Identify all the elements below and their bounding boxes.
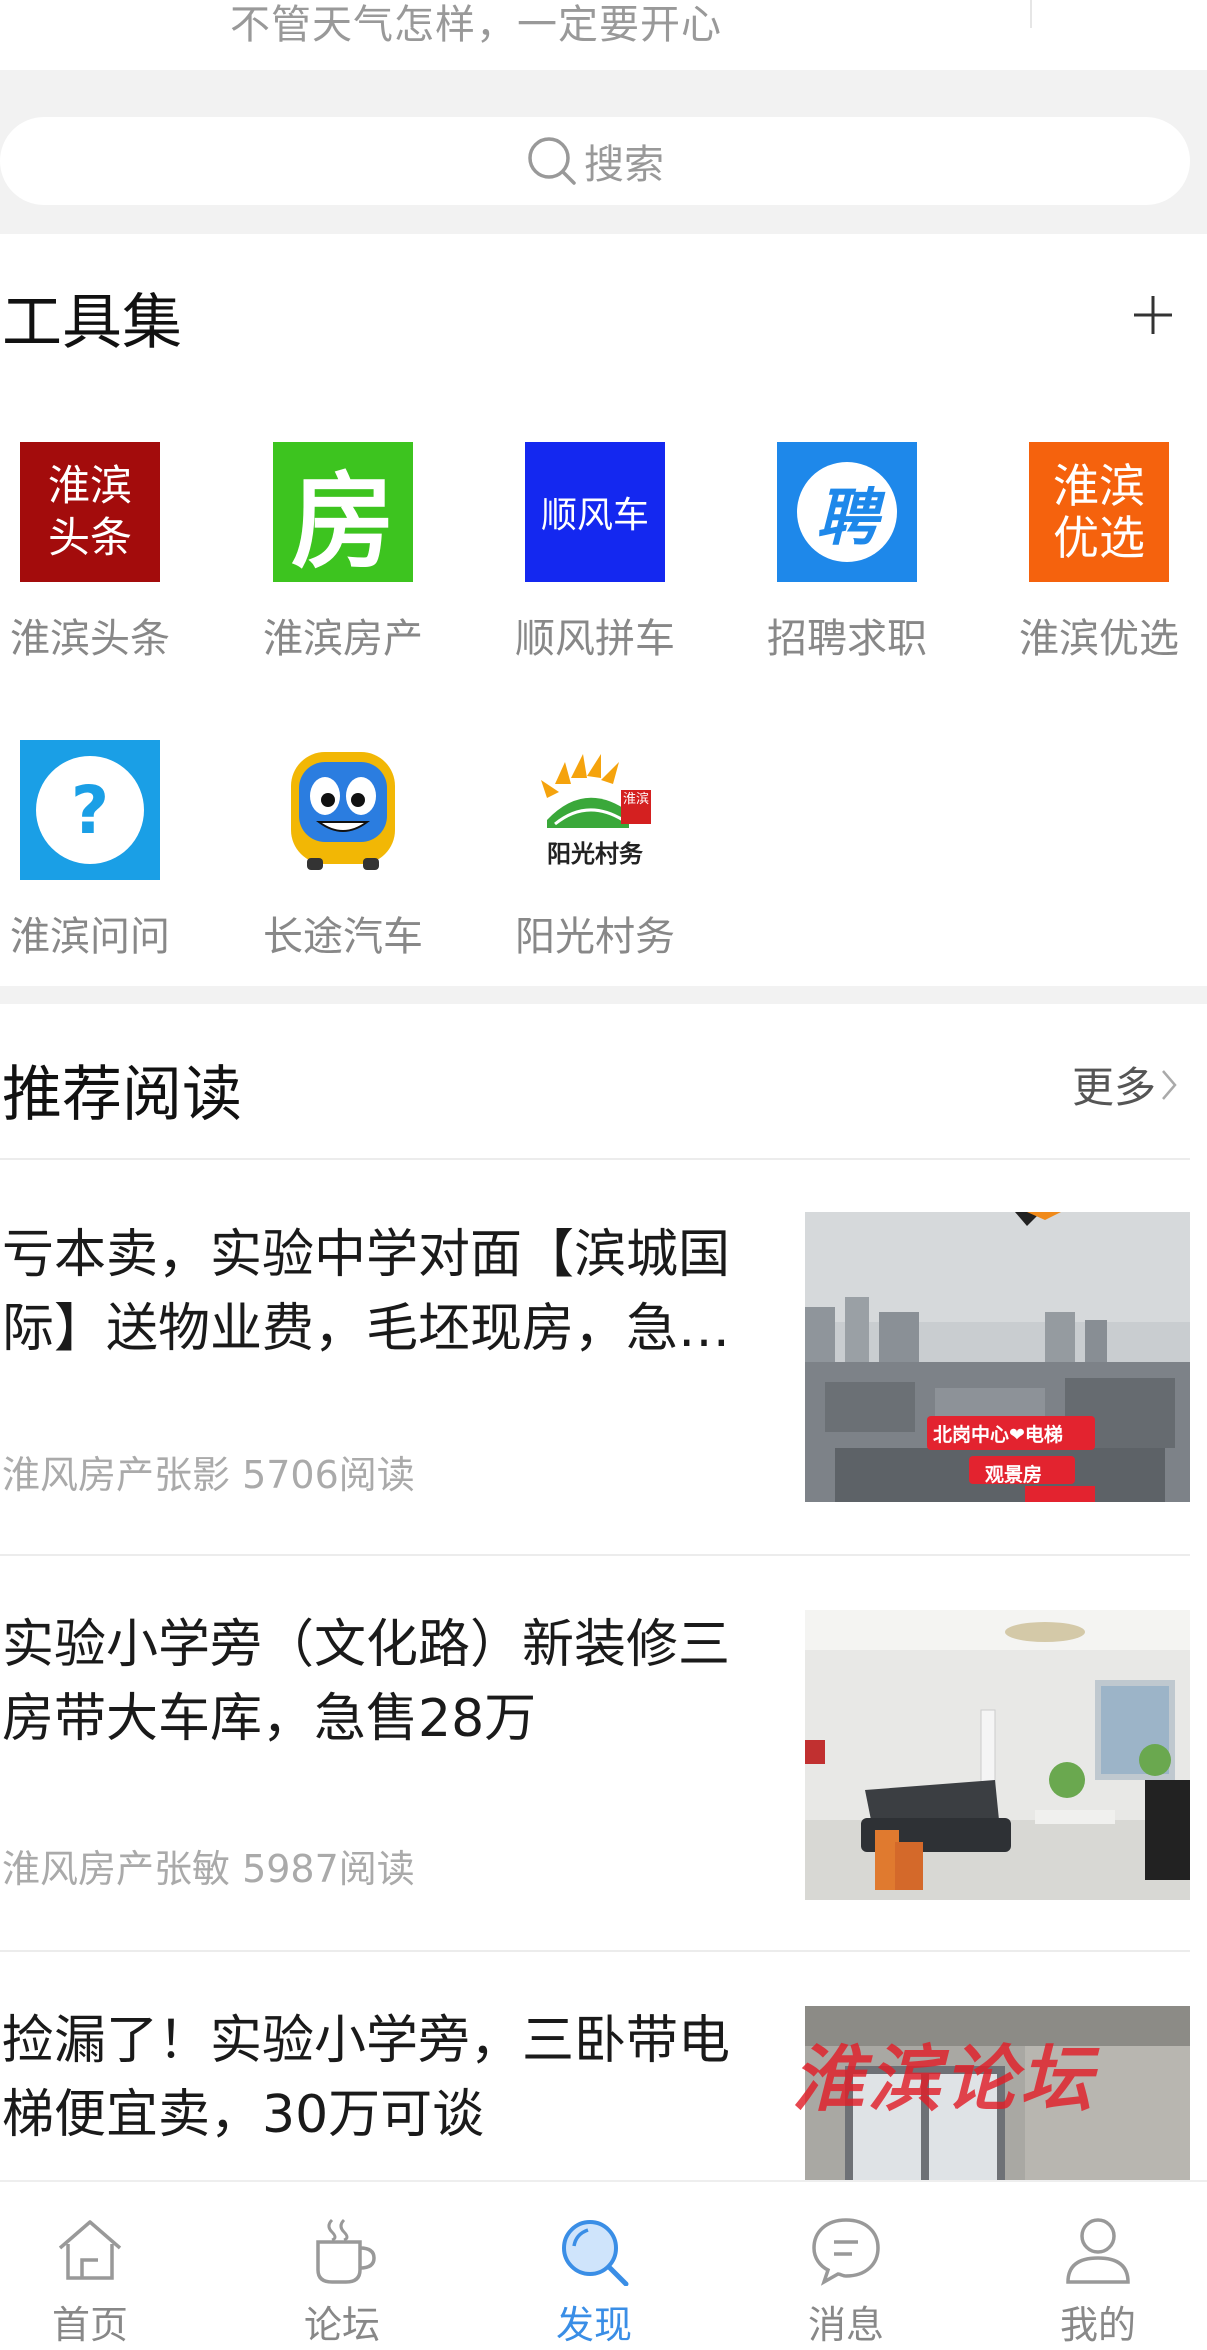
chevron-right-icon bbox=[1162, 1069, 1177, 1100]
bus-icon bbox=[273, 740, 413, 880]
tool-coach-bus[interactable]: 长途汽车 bbox=[233, 740, 453, 962]
motto-text: 不管天气怎样，一定要开心 bbox=[230, 2, 722, 48]
search-area: 搜索 bbox=[0, 70, 1207, 234]
sunshine-village-icon: 淮滨 阳光村务 bbox=[525, 740, 665, 880]
top-strip: 不管天气怎样，一定要开心 bbox=[0, 0, 1207, 70]
divider bbox=[1030, 0, 1032, 28]
tab-forum[interactable]: 论坛 bbox=[242, 2182, 442, 2350]
article-item[interactable]: 捡漏了！实验小学旁，三卧带电梯便宜卖，30万可谈 淮滨论坛 bbox=[0, 1952, 1207, 2180]
house-icon: 房 bbox=[273, 442, 413, 583]
tab-label: 消息 bbox=[807, 2303, 884, 2347]
tab-label: 发现 bbox=[555, 2303, 632, 2347]
tool-label: 顺风拼车 bbox=[515, 616, 675, 662]
select-icon: 淮滨优选 bbox=[1029, 442, 1169, 582]
article-item[interactable]: 实验小学旁（文化路）新装修三房带大车库，急售28万 淮风房产张敏 5987阅读 bbox=[0, 1556, 1207, 1950]
city-view-image bbox=[805, 1212, 1190, 1502]
tool-label: 淮滨房产 bbox=[263, 616, 423, 662]
add-tool-icon[interactable] bbox=[1130, 292, 1176, 338]
article-thumbnail bbox=[805, 1610, 1190, 1900]
tool-sunshine-village[interactable]: 淮滨 阳光村务 阳光村务 bbox=[485, 740, 705, 962]
tool-huaibin-select[interactable]: 淮滨优选 淮滨优选 bbox=[989, 442, 1207, 664]
bottom-tab-bar: 首页 论坛 发现 消息 我的 bbox=[0, 2180, 1207, 2350]
home-icon bbox=[58, 2220, 122, 2280]
tool-recruit[interactable]: 聘 招聘求职 bbox=[737, 442, 957, 664]
forum-watermark: 淮滨论坛 bbox=[792, 2036, 1097, 2121]
search-placeholder: 搜索 bbox=[584, 142, 664, 188]
tile-text: 阳光村务 bbox=[547, 840, 643, 868]
article-title: 捡漏了！实验小学旁，三卧带电梯便宜卖，30万可谈 bbox=[2, 2011, 731, 2145]
search-input[interactable]: 搜索 bbox=[0, 117, 1190, 205]
tab-profile[interactable]: 我的 bbox=[998, 2182, 1198, 2350]
tool-label: 淮滨头条 bbox=[10, 616, 170, 662]
tool-huaibin-ask[interactable]: ? 淮滨问问 bbox=[0, 740, 200, 962]
more-link[interactable]: 更多 bbox=[1072, 1054, 1178, 1115]
tool-label: 招聘求职 bbox=[767, 616, 927, 662]
tool-huaibin-house[interactable]: 房 淮滨房产 bbox=[233, 442, 453, 664]
question-icon: ? bbox=[20, 740, 160, 880]
profile-icon bbox=[1066, 2218, 1130, 2284]
living-room-image bbox=[805, 1610, 1190, 1900]
tile-text: 淮滨头条 bbox=[47, 461, 132, 562]
village-badge: 淮滨 bbox=[622, 792, 649, 807]
image-overlay-text: 北岗中心❤电梯 bbox=[933, 1424, 1063, 1446]
article-item[interactable]: 亏本卖，实验中学对面【滨城国际】送物业费，毛坯现房，急… 淮风房产张影 5706… bbox=[0, 1160, 1207, 1554]
tab-discover[interactable]: 发现 bbox=[494, 2182, 694, 2350]
message-icon bbox=[812, 2218, 880, 2286]
search-icon bbox=[528, 137, 576, 185]
tile-text: ? bbox=[70, 771, 110, 849]
tool-huaibin-news[interactable]: 淮滨头条 淮滨头条 bbox=[0, 442, 200, 664]
article-meta: 淮风房产张敏 5987阅读 bbox=[2, 1847, 415, 1891]
huaibin-news-icon: 淮滨头条 bbox=[20, 442, 160, 582]
coffee-cup-icon bbox=[316, 2218, 376, 2284]
recruit-icon: 聘 bbox=[777, 442, 917, 582]
tool-carpool[interactable]: 顺风车 顺风拼车 bbox=[485, 442, 705, 664]
tab-label: 论坛 bbox=[303, 2303, 380, 2347]
image-overlay-text: 观景房 bbox=[985, 1464, 1043, 1486]
tile-text: 顺风车 bbox=[540, 495, 649, 536]
discover-icon bbox=[562, 2220, 629, 2286]
tools-section: 工具集 淮滨头条 淮滨头条 房 淮滨房产 顺风车 顺风拼车 聘 招聘求职 淮滨优… bbox=[0, 234, 1207, 986]
more-label: 更多 bbox=[1072, 1063, 1157, 1112]
tab-messages[interactable]: 消息 bbox=[746, 2182, 946, 2350]
tab-home[interactable]: 首页 bbox=[0, 2182, 190, 2350]
tool-label: 阳光村务 bbox=[515, 914, 675, 960]
recommended-reading-section: 推荐阅读 更多 亏本卖，实验中学对面【滨城国际】送物业费，毛坯现房，急… 淮风房… bbox=[0, 1004, 1207, 2180]
article-thumbnail: 北岗中心❤电梯 观景房 bbox=[805, 1212, 1190, 1502]
article-title: 亏本卖，实验中学对面【滨城国际】送物业费，毛坯现房，急… bbox=[2, 1225, 731, 1359]
tool-label: 长途汽车 bbox=[263, 914, 423, 960]
carpool-icon: 顺风车 bbox=[525, 442, 665, 582]
article-title: 实验小学旁（文化路）新装修三房带大车库，急售28万 bbox=[2, 1615, 731, 1749]
article-meta: 淮风房产张影 5706阅读 bbox=[2, 1453, 415, 1497]
tile-text: 房 bbox=[290, 460, 395, 583]
tool-label: 淮滨问问 bbox=[10, 914, 170, 960]
tile-text: 聘 bbox=[815, 481, 878, 554]
tools-title: 工具集 bbox=[2, 288, 182, 358]
tile-text: 淮滨优选 bbox=[1053, 459, 1145, 565]
tab-label: 首页 bbox=[51, 2303, 128, 2347]
reads-title: 推荐阅读 bbox=[2, 1060, 242, 1130]
tool-label: 淮滨优选 bbox=[1019, 616, 1179, 662]
bus-face-icon bbox=[291, 752, 395, 870]
tab-label: 我的 bbox=[1059, 2303, 1136, 2347]
